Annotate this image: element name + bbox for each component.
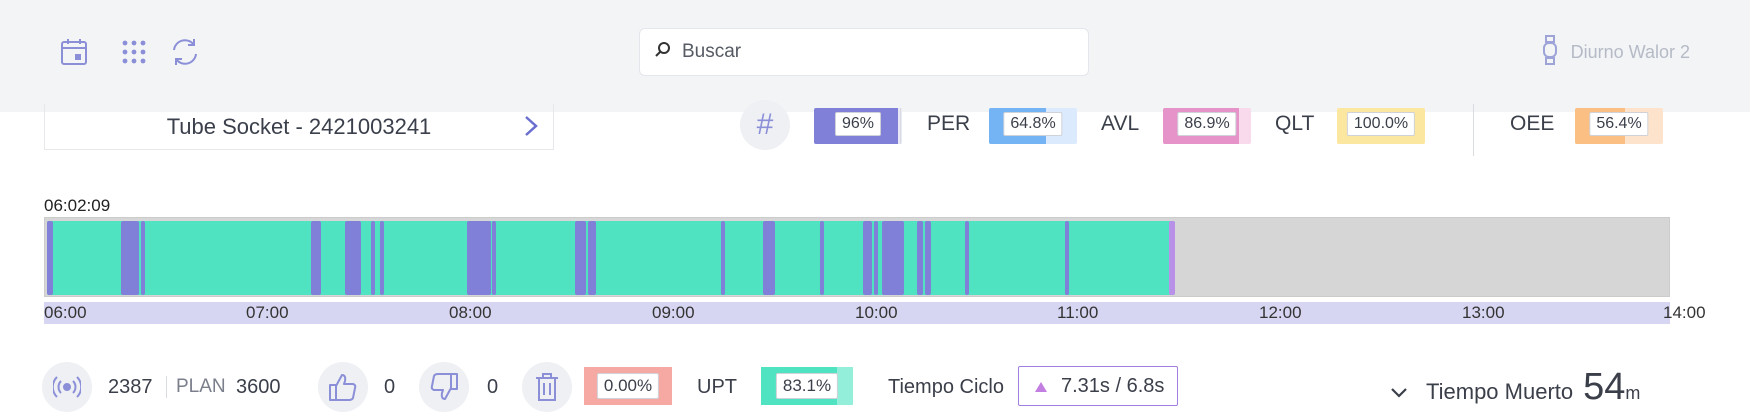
produced-count: 2387 — [108, 376, 153, 398]
dead-time-unit: m — [1625, 383, 1641, 403]
grid-icon[interactable] — [116, 34, 152, 70]
chevron-right-icon[interactable] — [523, 114, 539, 144]
divider — [1473, 104, 1474, 156]
timeline-stop-segment[interactable] — [141, 221, 145, 295]
upt-value: 83.1% — [775, 373, 839, 399]
trash-icon[interactable] — [522, 362, 572, 412]
qlt-value: 100.0% — [1346, 112, 1416, 136]
timeline-stop-segment[interactable] — [588, 221, 596, 295]
plan-value: 3600 — [236, 376, 281, 398]
cycle-actual: 7.31s — [1061, 374, 1110, 397]
timeline-stop-segment[interactable] — [965, 221, 969, 295]
qlt-label: QLT — [1275, 112, 1315, 135]
search-bar[interactable] — [639, 28, 1089, 76]
timeline-stop-segment[interactable] — [874, 221, 878, 295]
thumbs-up-icon[interactable] — [318, 362, 368, 412]
refresh-icon[interactable] — [167, 34, 203, 70]
qlt-gauge: 100.0% — [1337, 108, 1425, 144]
axis-tick-label: 06:00 — [44, 303, 87, 322]
avl-gauge: 86.9% — [1163, 108, 1251, 144]
timeline-stop-segment[interactable] — [917, 221, 923, 295]
cycle-time-label: Tiempo Ciclo — [888, 376, 1004, 398]
product-name: Tube Socket - 2421003241 — [166, 113, 432, 139]
oee-label: OEE — [1510, 112, 1555, 135]
timeline-stop-segment[interactable] — [47, 221, 53, 295]
oee-gauge: 56.4% — [1575, 108, 1663, 144]
cycle-target: 6.8s — [1126, 374, 1165, 397]
axis-tick-label: 11:00 — [1057, 303, 1099, 322]
signal-icon[interactable] — [42, 362, 92, 412]
timeline-stop-segment[interactable] — [763, 221, 775, 295]
dead-time-value: 54 — [1583, 366, 1626, 408]
axis-tick-label: 10:00 — [855, 303, 898, 322]
timeline-stop-segment[interactable] — [380, 221, 384, 295]
upt-gauge: 83.1% — [761, 367, 853, 405]
timeline-stop-segment[interactable] — [820, 221, 824, 295]
axis-tick-label: 09:00 — [652, 303, 695, 322]
chevron-down-icon[interactable] — [1390, 386, 1408, 404]
top-bar: Diurno Walor 2 — [0, 0, 1750, 112]
timeline-stop-segment[interactable] — [467, 221, 491, 295]
timeline-stop-segment[interactable] — [121, 221, 139, 295]
oee-main-gauge: 96% — [814, 108, 902, 144]
timeline-stop-segment[interactable] — [311, 221, 321, 295]
user-menu[interactable]: Diurno Walor 2 — [1541, 34, 1690, 70]
oee-value: 56.4% — [1589, 112, 1649, 136]
axis-tick-label: 08:00 — [449, 303, 492, 322]
axis-tick-label: 13:00 — [1462, 303, 1505, 322]
timeline-stop-segment[interactable] — [1065, 221, 1069, 295]
divider — [166, 376, 167, 398]
timeline-running-segment[interactable] — [47, 221, 1175, 295]
thumbs-down-icon[interactable] — [419, 362, 469, 412]
axis-tick-label: 14:00 — [1663, 303, 1706, 322]
plan-label: PLAN — [176, 376, 226, 397]
cycle-separator: / — [1115, 374, 1122, 397]
timeline-stop-segment[interactable] — [371, 221, 375, 295]
cycle-time-value: 7.31s / 6.8s — [1061, 375, 1164, 398]
bad-count: 0 — [487, 376, 499, 398]
user-name: Diurno Walor 2 — [1570, 41, 1690, 62]
divider — [900, 108, 901, 144]
axis-tick-label: 12:00 — [1259, 303, 1302, 322]
timeline-stop-segment[interactable] — [882, 221, 904, 295]
timeline-end-segment[interactable] — [1169, 221, 1175, 295]
scrap-value: 0.00% — [596, 373, 660, 399]
timeline-stop-segment[interactable] — [575, 221, 586, 295]
product-selector[interactable]: Tube Socket - 2421003241 — [44, 104, 554, 150]
timeline-stop-segment[interactable] — [492, 221, 496, 295]
good-count: 0 — [384, 376, 396, 398]
upt-label: UPT — [697, 376, 737, 398]
avl-label: AVL — [1101, 112, 1140, 135]
avl-value: 86.9% — [1177, 112, 1237, 136]
cycle-time-box[interactable]: 7.31s / 6.8s — [1018, 366, 1178, 406]
per-label: PER — [927, 112, 971, 135]
production-timeline[interactable] — [44, 217, 1670, 297]
timeline-start-time: 06:02:09 — [44, 196, 111, 215]
per-gauge: 64.8% — [989, 108, 1077, 144]
search-input[interactable] — [682, 41, 1062, 63]
timeline-stop-segment[interactable] — [721, 221, 725, 295]
search-icon — [654, 41, 672, 64]
watch-icon — [1541, 34, 1559, 71]
calendar-icon[interactable] — [56, 34, 92, 70]
timeline-stop-segment[interactable] — [345, 221, 361, 295]
dead-time[interactable]: Tiempo Muerto 54 m — [1390, 366, 1640, 409]
oee-main-value: 96% — [834, 112, 882, 136]
timeline-stop-segment[interactable] — [925, 221, 931, 295]
hash-icon[interactable]: # — [740, 100, 790, 150]
per-value: 64.8% — [1003, 112, 1063, 136]
scrap-gauge: 0.00% — [584, 367, 672, 405]
triangle-up-icon — [1035, 375, 1047, 398]
dead-time-label: Tiempo Muerto — [1426, 379, 1574, 404]
timeline-stop-segment[interactable] — [863, 221, 872, 295]
axis-tick-label: 07:00 — [246, 303, 289, 322]
